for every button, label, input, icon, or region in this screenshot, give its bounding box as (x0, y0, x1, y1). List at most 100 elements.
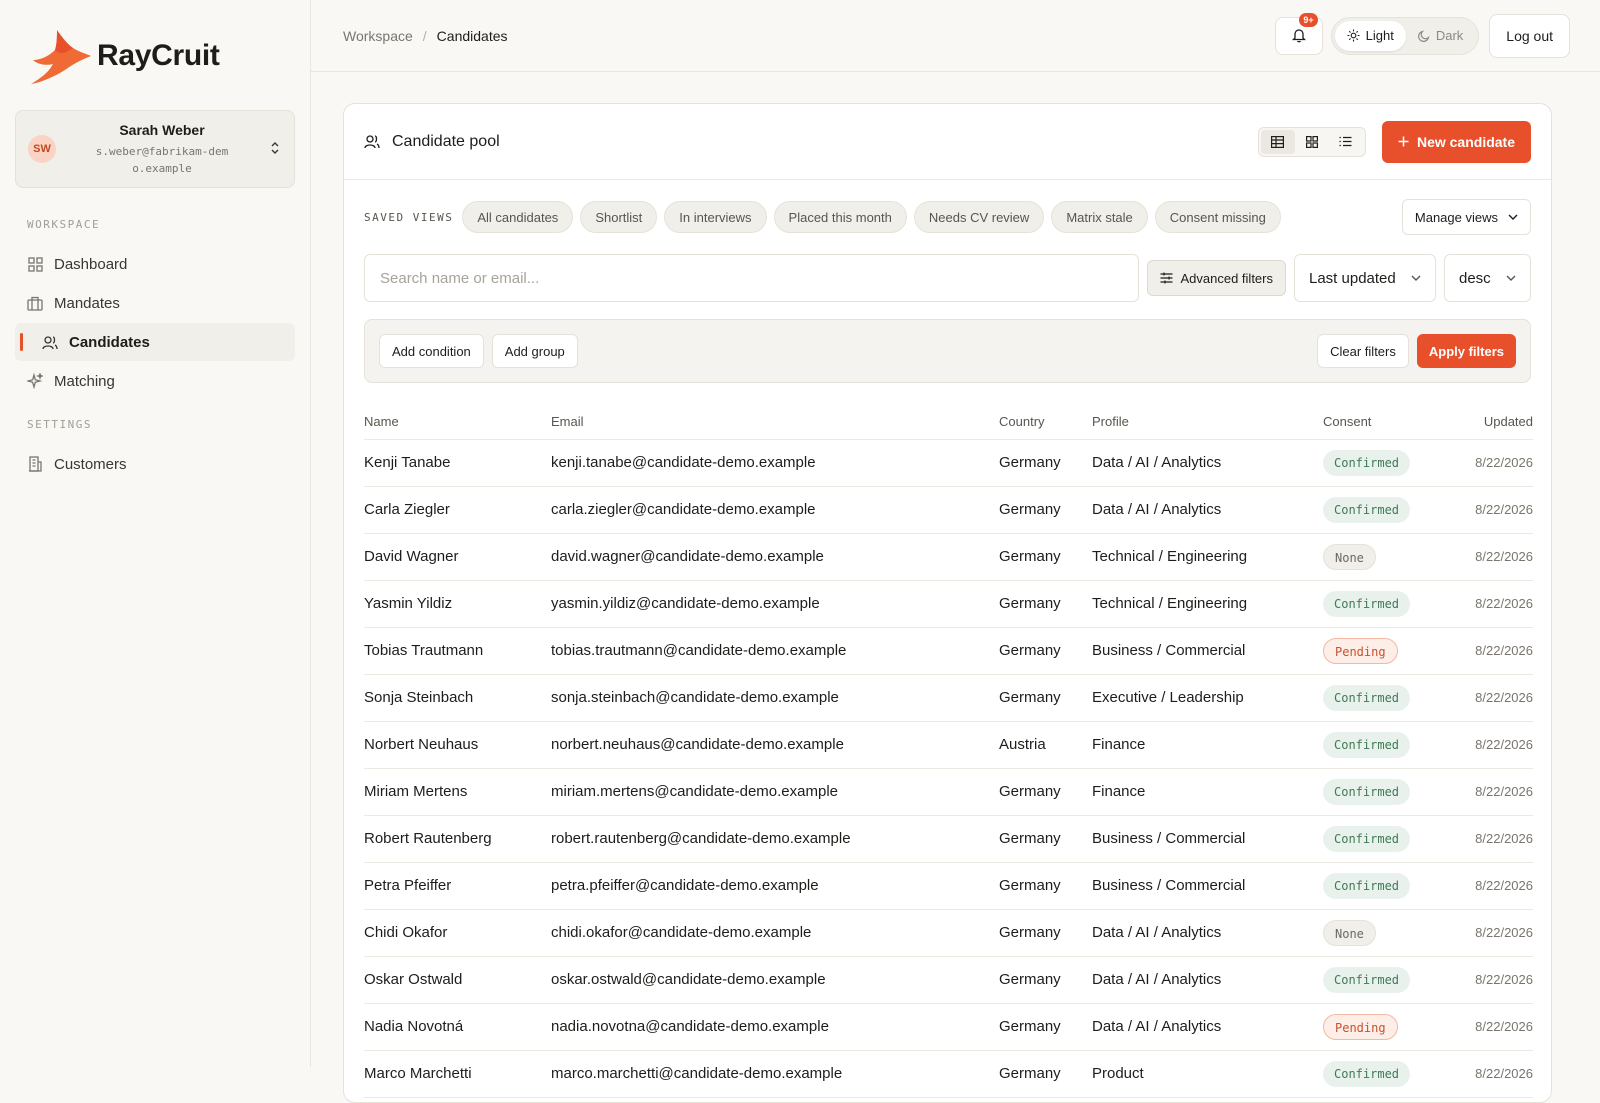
candidate-name-cell: David Wagner (364, 533, 551, 581)
table-row[interactable]: Chidi Okafor chidi.okafor@candidate-demo.… (364, 909, 1533, 957)
breadcrumb: Workspace / Candidates (343, 28, 1275, 44)
nav-section-settings: SETTINGS (27, 418, 92, 431)
saved-view-chip[interactable]: In interviews (664, 201, 767, 233)
table-row[interactable]: Miriam Mertens miriam.mertens@candidate-d… (364, 768, 1533, 816)
table-row[interactable]: Nadia Novotná nadia.novotna@candidate-dem… (364, 1003, 1533, 1051)
sidebar-item-matching[interactable]: Matching (15, 362, 295, 400)
advanced-filters-button[interactable]: Advanced filters (1146, 260, 1286, 296)
table-row[interactable]: Oskar Ostwald oskar.ostwald@candidate-dem… (364, 956, 1533, 1004)
list-view-icon[interactable] (1329, 130, 1363, 154)
grid-view-icon[interactable] (1295, 130, 1329, 154)
sidebar: RayCruit SW Sarah Weber s.weber@fabrikam… (0, 0, 311, 1067)
table-row[interactable]: Norbert Neuhaus norbert.neuhaus@candidate… (364, 721, 1533, 769)
breadcrumb-workspace[interactable]: Workspace (343, 28, 413, 44)
saved-view-chip[interactable]: Consent missing (1154, 201, 1281, 233)
sidebar-item-candidates[interactable]: Candidates (15, 323, 295, 361)
table-row[interactable]: Carla Ziegler carla.ziegler@candidate-dem… (364, 486, 1533, 534)
user-name: Sarah Weber (119, 121, 205, 138)
column-header-updated[interactable]: Updated (1433, 405, 1533, 440)
chevron-down-icon (1411, 275, 1421, 281)
brand-logo[interactable]: RayCruit (15, 24, 295, 88)
candidate-consent-cell: Pending (1323, 627, 1433, 675)
topbar: Workspace / Candidates 9+ Light Dark Log… (311, 0, 1600, 72)
table-row[interactable]: Sonja Steinbach sonja.steinbach@candidate… (364, 674, 1533, 722)
search-row: Advanced filters Last updated desc (344, 254, 1551, 302)
candidate-pool-panel: Candidate pool New candidate SAVED VIEWS… (343, 103, 1552, 1103)
column-header-name[interactable]: Name (364, 405, 551, 440)
candidate-profile-cell: Data / AI / Analytics (1092, 486, 1323, 534)
theme-dark-option[interactable]: Dark (1406, 21, 1475, 51)
sidebar-item-mandates[interactable]: Mandates (15, 284, 295, 322)
saved-view-chip[interactable]: Shortlist (580, 201, 658, 233)
saved-view-chip[interactable]: Placed this month (773, 201, 907, 233)
manage-views-dropdown[interactable]: Manage views (1401, 199, 1531, 235)
apply-filters-button[interactable]: Apply filters (1416, 334, 1516, 368)
candidate-email-cell: chidi.okafor@candidate-demo.example (551, 909, 999, 957)
table-row[interactable]: Marco Marchetti marco.marchetti@candidate… (364, 1050, 1533, 1098)
table-row[interactable]: Petra Pfeiffer petra.pfeiffer@candidate-d… (364, 862, 1533, 910)
candidate-email-cell: yasmin.yildiz@candidate-demo.example (551, 580, 999, 628)
column-header-profile[interactable]: Profile (1092, 405, 1323, 440)
search-input[interactable] (364, 254, 1139, 302)
candidate-updated-cell: 8/22/2026 (1433, 768, 1533, 816)
add-condition-button[interactable]: Add condition (379, 334, 484, 368)
candidate-country-cell: Germany (999, 815, 1092, 863)
candidate-consent-cell: Confirmed (1323, 862, 1433, 910)
panel-header: Candidate pool New candidate (344, 104, 1551, 180)
candidate-profile-cell: Finance (1092, 721, 1323, 769)
saved-views-label: SAVED VIEWS (364, 210, 454, 224)
brand-name: RayCruit (97, 39, 220, 72)
table-row[interactable]: Tobias Trautmann tobias.trautmann@candida… (364, 627, 1533, 675)
notifications-badge: 9+ (1299, 12, 1318, 27)
candidate-consent-cell: None (1323, 909, 1433, 957)
new-candidate-button[interactable]: New candidate (1381, 120, 1531, 163)
sidebar-item-dashboard[interactable]: Dashboard (15, 245, 295, 283)
user-switcher[interactable]: SW Sarah Weber s.weber@fabrikam-demo.exa… (15, 110, 295, 188)
filter-builder: Add condition Add group Clear filters Ap… (364, 319, 1531, 383)
consent-badge: Pending (1323, 1013, 1398, 1040)
sort-direction-select[interactable]: desc (1444, 254, 1531, 302)
theme-light-option[interactable]: Light (1334, 20, 1406, 51)
candidate-updated-cell: 8/22/2026 (1433, 580, 1533, 628)
table-row[interactable]: David Wagner david.wagner@candidate-demo.… (364, 533, 1533, 581)
moon-icon (1417, 29, 1430, 42)
add-group-button[interactable]: Add group (491, 334, 578, 368)
table-row[interactable]: Kenji Tanabe kenji.tanabe@candidate-demo.… (364, 439, 1533, 487)
saved-view-chip[interactable]: Matrix stale (1051, 201, 1148, 233)
candidate-updated-cell: 8/22/2026 (1433, 533, 1533, 581)
candidate-name-cell: Nadia Novotná (364, 1003, 551, 1051)
notifications-button[interactable]: 9+ (1274, 12, 1323, 55)
candidates-table: Name Email Country Profile Consent Updat… (364, 405, 1533, 1098)
sidebar-item-customers[interactable]: Customers (15, 445, 295, 483)
sort-field-select[interactable]: Last updated (1294, 254, 1436, 302)
column-header-consent[interactable]: Consent (1323, 405, 1433, 440)
theme-toggle[interactable]: Light Dark (1330, 16, 1480, 55)
candidate-consent-cell: Confirmed (1323, 721, 1433, 769)
candidate-country-cell: Germany (999, 533, 1092, 581)
sun-icon (1347, 29, 1360, 42)
candidate-updated-cell: 8/22/2026 (1433, 439, 1533, 487)
consent-badge: Confirmed (1323, 778, 1411, 805)
consent-badge: Confirmed (1323, 1060, 1411, 1087)
saved-view-chip[interactable]: All candidates (462, 201, 574, 233)
candidate-country-cell: Germany (999, 627, 1092, 675)
candidate-email-cell: robert.rautenberg@candidate-demo.example (551, 815, 999, 863)
candidate-email-cell: marco.marchetti@candidate-demo.example (551, 1050, 999, 1098)
column-header-country[interactable]: Country (999, 405, 1092, 440)
candidate-country-cell: Germany (999, 956, 1092, 1004)
candidate-consent-cell: Confirmed (1323, 674, 1433, 722)
candidate-updated-cell: 8/22/2026 (1433, 862, 1533, 910)
table-row[interactable]: Yasmin Yildiz yasmin.yildiz@candidate-dem… (364, 580, 1533, 628)
saved-view-chip[interactable]: Needs CV review (913, 201, 1045, 233)
candidate-profile-cell: Data / AI / Analytics (1092, 1003, 1323, 1051)
clear-filters-button[interactable]: Clear filters (1317, 334, 1409, 368)
column-header-email[interactable]: Email (551, 405, 999, 440)
table-view-icon[interactable] (1260, 129, 1295, 154)
candidate-email-cell: kenji.tanabe@candidate-demo.example (551, 439, 999, 487)
candidate-name-cell: Carla Ziegler (364, 486, 551, 534)
candidate-country-cell: Germany (999, 580, 1092, 628)
candidate-country-cell: Austria (999, 721, 1092, 769)
logout-button[interactable]: Log out (1489, 13, 1570, 58)
table-row[interactable]: Robert Rautenberg robert.rautenberg@candi… (364, 815, 1533, 863)
candidate-consent-cell: Pending (1323, 1003, 1433, 1051)
